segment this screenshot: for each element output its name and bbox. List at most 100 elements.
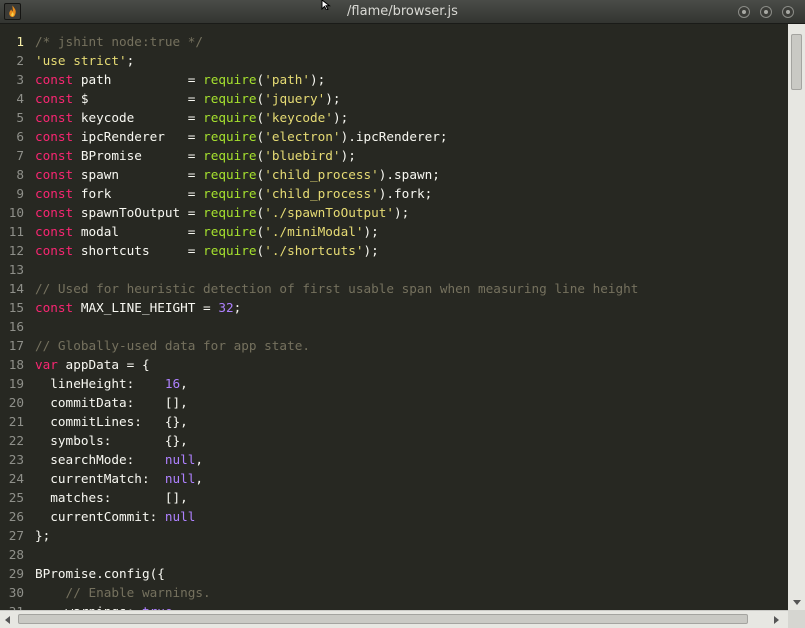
code-token: ); [325,91,341,106]
horizontal-scroll-thumb[interactable] [18,614,748,624]
code-line[interactable]: 14 // Used for heuristic detection of fir… [0,279,788,298]
code-text: const BPromise = require('bluebird'); [35,146,356,165]
code-token: 'electron' [264,129,341,144]
line-number: 22 [8,433,24,448]
code-line[interactable]: 5 const keycode = require('keycode'); [0,108,788,127]
horizontal-scrollbar[interactable] [0,610,788,628]
code-text: const fork = require('child_process').fo… [35,184,432,203]
vertical-scroll-thumb[interactable] [791,34,802,90]
code-token: const [35,224,74,239]
line-number: 6 [16,129,24,144]
line-number: 23 [8,452,24,467]
code-line[interactable]: 10 const spawnToOutput = require('./spawn… [0,203,788,222]
code-token: symbols: {}, [35,433,188,448]
code-token: MAX_LINE_HEIGHT = [73,300,219,315]
code-line[interactable]: 29 BPromise.config({ [0,564,788,583]
code-token: commitData: [], [35,395,188,410]
code-token: ).ipcRenderer; [340,129,448,144]
code-line[interactable]: 1 /* jshint node:true */ [0,32,788,51]
code-line[interactable]: 25 matches: [], [0,488,788,507]
code-line[interactable]: 28 [0,545,788,564]
code-line[interactable]: 11 const modal = require('./miniModal'); [0,222,788,241]
line-number: 13 [8,262,24,277]
line-number: 8 [16,167,24,182]
close-button-icon[interactable] [782,6,794,18]
line-number: 27 [8,528,24,543]
code-token: require [203,186,257,201]
line-number: 21 [8,414,24,429]
code-line[interactable]: 16 [0,317,788,336]
code-text: const $ = require('jquery'); [35,89,341,108]
code-text: const modal = require('./miniModal'); [35,222,379,241]
code-line[interactable]: 24 currentMatch: null, [0,469,788,488]
code-token: , [195,471,204,486]
title-bar[interactable]: /flame/browser.js [0,0,805,24]
mouse-pointer-icon [321,0,331,10]
scroll-down-icon[interactable] [793,600,801,605]
code-line[interactable]: 7 const BPromise = require('bluebird'); [0,146,788,165]
code-token: , [195,452,204,467]
code-line[interactable]: 17 // Globally-used data for app state. [0,336,788,355]
code-line[interactable]: 6 const ipcRenderer = require('electron')… [0,127,788,146]
line-number: 30 [8,585,24,600]
code-token: require [203,205,257,220]
code-line[interactable]: 22 symbols: {}, [0,431,788,450]
code-token: const [35,167,74,182]
code-line[interactable]: 9 const fork = require('child_process').f… [0,184,788,203]
code-line[interactable]: 8 const spawn = require('child_process').… [0,165,788,184]
code-line[interactable]: 26 currentCommit: null [0,507,788,526]
code-token: const [35,300,74,315]
code-token: 32 [218,300,234,315]
code-line[interactable]: 18 var appData = { [0,355,788,374]
code-line[interactable]: 20 commitData: [], [0,393,788,412]
code-token: require [203,148,257,163]
code-token: null [164,471,196,486]
code-editor[interactable]: 1 /* jshint node:true */ 2 'use strict'; 3 co… [0,24,788,610]
code-line[interactable]: 27}; [0,526,788,545]
code-line[interactable]: 2 'use strict'; [0,51,788,70]
code-token: 'bluebird' [264,148,341,163]
code-text: const spawnToOutput = require('./spawnTo… [35,203,409,222]
code-line[interactable]: 3 const path = require('path'); [0,70,788,89]
code-text: }; [35,526,50,545]
code-line[interactable]: 13 [0,260,788,279]
code-text: /* jshint node:true */ [35,32,203,51]
code-line[interactable]: 4 const $ = require('jquery'); [0,89,788,108]
code-line[interactable]: 12 const shortcuts = require('./shortcuts… [0,241,788,260]
code-token: 'child_process' [264,186,379,201]
line-number: 2 [16,53,24,68]
code-token: matches: [], [35,490,188,505]
code-token: ); [310,72,326,87]
code-line[interactable]: 23 searchMode: null, [0,450,788,469]
code-text: const ipcRenderer = require('electron').… [35,127,448,146]
code-token: require [203,110,257,125]
line-number: 11 [8,224,24,239]
scroll-left-icon[interactable] [5,616,10,624]
code-token: currentMatch: [35,471,165,486]
code-token: ); [363,243,379,258]
code-token: lineHeight: [35,376,165,391]
shade-button-icon[interactable] [738,6,750,18]
code-token: /* jshint node:true */ [35,34,204,49]
code-token: require [203,243,257,258]
code-text: const shortcuts = require('./shortcuts')… [35,241,379,260]
code-text: const keycode = require('keycode'); [35,108,348,127]
vertical-scrollbar[interactable] [788,24,805,610]
code-line[interactable]: 30 // Enable warnings. [0,583,788,602]
code-line[interactable]: 31 warnings: true [0,602,788,610]
line-number: 24 [8,471,24,486]
code-text: matches: [], [35,488,188,507]
code-line[interactable]: 19 lineHeight: 16, [0,374,788,393]
code-token: require [203,91,257,106]
maximize-button-icon[interactable] [760,6,772,18]
code-token: './miniModal' [264,224,364,239]
code-token: './shortcuts' [264,243,364,258]
code-text: warnings: true [35,602,173,610]
code-token: commitLines: {}, [35,414,188,429]
code-token: require [203,167,257,182]
scroll-right-icon[interactable] [774,616,779,624]
code-line[interactable]: 21 commitLines: {}, [0,412,788,431]
code-line[interactable]: 15 const MAX_LINE_HEIGHT = 32; [0,298,788,317]
code-token: require [203,72,257,87]
code-token: const [35,110,74,125]
